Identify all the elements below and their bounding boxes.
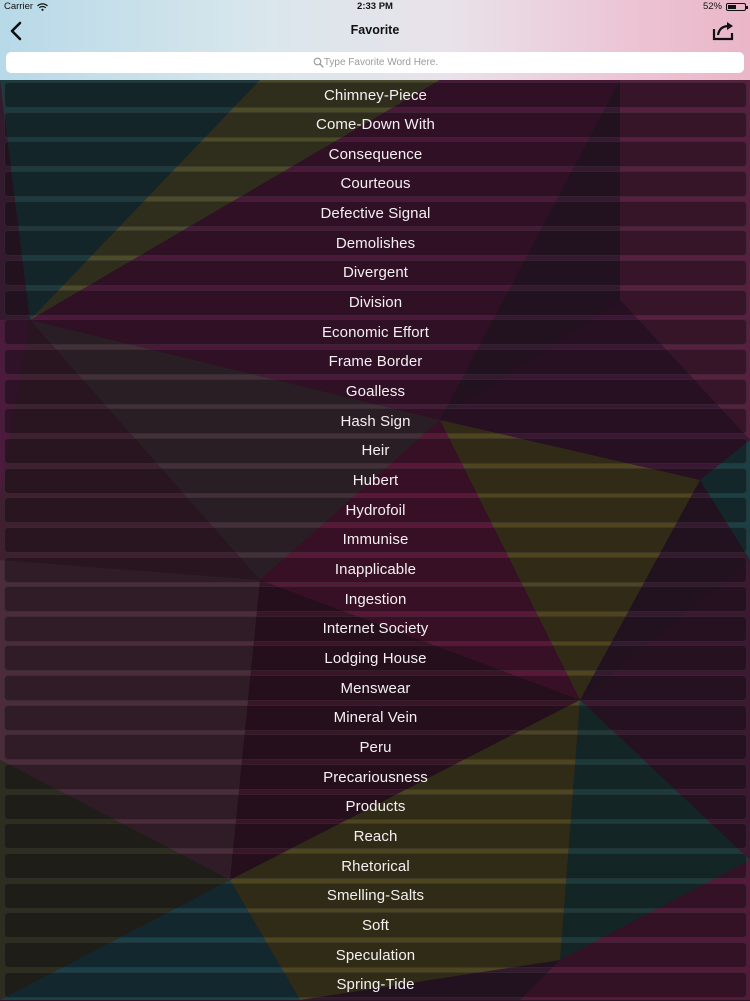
list-item[interactable]: Heir (4, 437, 747, 464)
status-bar: Carrier 2:33 PM 52% (0, 0, 750, 14)
search-input[interactable] (6, 52, 744, 73)
list-item[interactable]: Internet Society (4, 615, 747, 642)
list-item[interactable]: Hash Sign (4, 408, 747, 435)
list-item[interactable]: Defective Signal (4, 200, 747, 227)
list-item[interactable]: Lodging House (4, 645, 747, 672)
list-item[interactable]: Chimney-Piece (4, 82, 747, 108)
list-item[interactable]: Hydrofoil (4, 497, 747, 524)
list-item[interactable]: Soft (4, 912, 747, 939)
list-item[interactable]: Frame Border (4, 348, 747, 375)
list-item[interactable]: Consequence (4, 141, 747, 168)
battery-fill (728, 4, 737, 9)
list-item[interactable]: Speculation (4, 942, 747, 969)
favorite-word-list: Chimney-Piece Come-Down With Consequence Co… (4, 82, 747, 1001)
list-item[interactable]: Economic Effort (4, 319, 747, 346)
list-item[interactable]: Courteous (4, 170, 747, 197)
search-bar (6, 52, 744, 73)
list-item[interactable]: Demolishes (4, 230, 747, 257)
share-button[interactable] (710, 18, 738, 44)
list-item[interactable]: Rhetorical (4, 853, 747, 880)
navigation-bar: Favorite (0, 14, 750, 48)
list-item[interactable]: Smelling-Salts (4, 882, 747, 909)
status-time: 2:33 PM (357, 1, 393, 12)
list-item[interactable]: Spring-Tide (4, 971, 747, 998)
share-icon (712, 22, 734, 41)
list-item[interactable]: Immunise (4, 526, 747, 553)
list-item[interactable]: Come-Down With (4, 111, 747, 138)
list-item[interactable]: Reach (4, 823, 747, 850)
list-item[interactable]: Divergent (4, 259, 747, 286)
list-item[interactable]: Inapplicable (4, 556, 747, 583)
list-item[interactable]: Ingestion (4, 586, 747, 613)
list-item[interactable]: Goalless (4, 378, 747, 405)
status-right: 52% (702, 1, 748, 12)
list-item[interactable]: Precariousness (4, 764, 747, 791)
list-item[interactable]: Menswear (4, 675, 747, 702)
list-item[interactable]: Products (4, 793, 747, 820)
page-title: Favorite (350, 23, 400, 37)
list-item[interactable]: Hubert (4, 467, 747, 494)
list-item[interactable]: Peru (4, 734, 747, 761)
battery-icon (726, 2, 748, 11)
list-item[interactable]: Division (4, 289, 747, 316)
list-item[interactable]: Mineral Vein (4, 704, 747, 731)
battery-percent: 52% (702, 1, 722, 12)
